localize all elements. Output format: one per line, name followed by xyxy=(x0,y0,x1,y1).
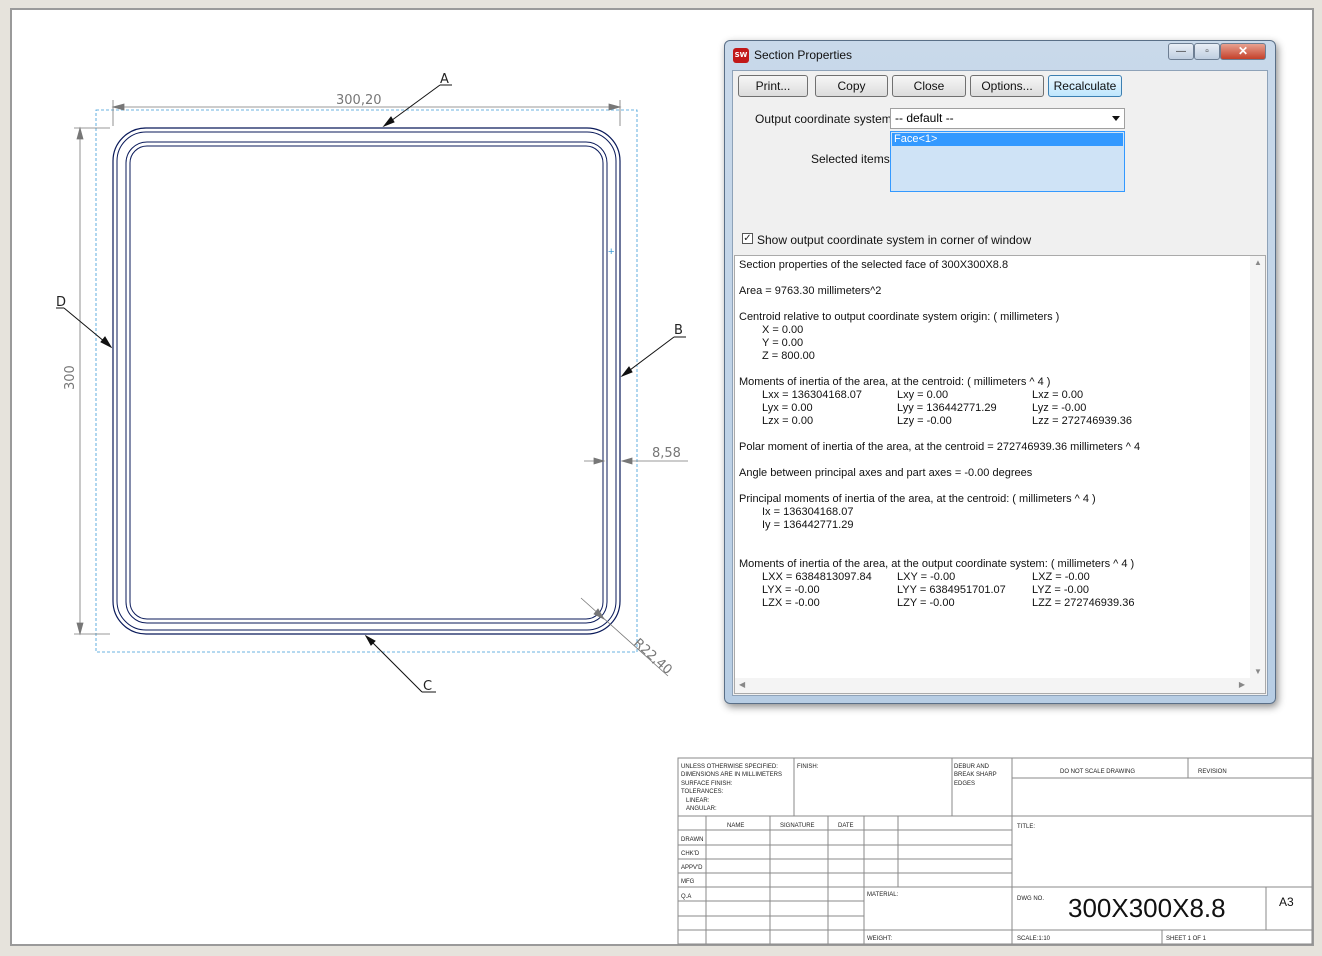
selected-items-label: Selected items: xyxy=(811,152,894,166)
results-text-area[interactable]: Section properties of the selected face … xyxy=(734,255,1266,694)
svg-text:DO NOT SCALE DRAWING: DO NOT SCALE DRAWING xyxy=(1060,769,1135,775)
recalculate-button[interactable]: Recalculate xyxy=(1048,75,1122,97)
svg-text:REVISION: REVISION xyxy=(1198,769,1227,775)
svg-text:MFG: MFG xyxy=(681,879,695,885)
svg-text:EDGES: EDGES xyxy=(954,781,975,787)
label-c[interactable]: C xyxy=(423,679,432,694)
moi-lxz: Lxz = 0.00 xyxy=(1032,389,1084,401)
centroid-heading: Centroid relative to output coordinate s… xyxy=(739,311,1060,323)
scroll-up-icon[interactable]: ▲ xyxy=(1254,258,1262,267)
scroll-right-icon[interactable]: ▶ xyxy=(1239,680,1245,689)
out-lyx: LYX = -0.00 xyxy=(762,584,820,596)
polar-moment-line: Polar moment of inertia of the area, at … xyxy=(739,441,1141,453)
moi-lyy: Lyy = 136442771.29 xyxy=(897,402,997,414)
chevron-down-icon[interactable] xyxy=(1112,116,1120,121)
moi-lxy: Lxy = 0.00 xyxy=(897,389,949,401)
origin-marker: + xyxy=(608,246,614,258)
svg-text:Q.A: Q.A xyxy=(681,894,691,900)
moi-lxx: Lxx = 136304168.07 xyxy=(762,389,863,401)
svg-text:SCALE:1:10: SCALE:1:10 xyxy=(1017,936,1051,942)
out-lxy: LXY = -0.00 xyxy=(897,571,956,583)
coord-system-select[interactable]: -- default -- xyxy=(890,108,1125,129)
maximize-button[interactable]: ▫ xyxy=(1194,43,1220,60)
svg-text:WEIGHT:: WEIGHT: xyxy=(867,936,892,942)
dialog-client-area: Print... Copy Close Options... Recalcula… xyxy=(732,70,1268,696)
svg-text:DWG NO.: DWG NO. xyxy=(1017,896,1044,902)
dialog-title: Section Properties xyxy=(754,48,853,62)
out-lzx: LZX = -0.00 xyxy=(762,597,820,609)
principal-iy: Iy = 136442771.29 xyxy=(762,519,854,531)
solidworks-app-icon: SW xyxy=(733,48,749,63)
centroid-x: X = 0.00 xyxy=(762,324,804,336)
centroid-z: Z = 800.00 xyxy=(762,350,815,362)
moi-lzy: Lzy = -0.00 xyxy=(897,415,952,427)
svg-text:DATE: DATE xyxy=(838,823,854,829)
vertical-scrollbar[interactable]: ▲ ▼ xyxy=(1250,256,1265,678)
coord-system-label: Output coordinate system: xyxy=(755,112,896,126)
svg-text:DIMENSIONS ARE IN MILLIMETERS: DIMENSIONS ARE IN MILLIMETERS xyxy=(681,772,782,778)
moi-heading: Moments of inertia of the area, at the c… xyxy=(739,376,1051,388)
svg-text:DRAWN: DRAWN xyxy=(681,837,703,843)
dialog-titlebar[interactable]: SW Section Properties — ▫ ✕ xyxy=(725,41,1275,69)
svg-text:BREAK SHARP: BREAK SHARP xyxy=(954,772,997,778)
out-lzz: LZZ = 272746939.36 xyxy=(1032,597,1135,609)
dwg-number: 300X300X8.8 xyxy=(1068,893,1226,923)
print-button[interactable]: Print... xyxy=(738,75,808,97)
out-lxx: LXX = 6384813097.84 xyxy=(762,571,872,583)
label-a[interactable]: A xyxy=(440,72,449,87)
moi-lyx: Lyx = 0.00 xyxy=(762,402,813,414)
svg-text:SURFACE FINISH:: SURFACE FINISH: xyxy=(681,781,733,787)
svg-text:LINEAR:: LINEAR: xyxy=(686,798,710,804)
principal-heading: Principal moments of inertia of the area… xyxy=(739,493,1096,505)
coord-system-value: -- default -- xyxy=(895,111,954,125)
out-lzy: LZY = -0.00 xyxy=(897,597,955,609)
angle-line: Angle between principal axes and part ax… xyxy=(739,467,1033,479)
minimize-button[interactable]: — xyxy=(1168,43,1194,60)
scroll-down-icon[interactable]: ▼ xyxy=(1254,667,1262,676)
sheet-size: A3 xyxy=(1279,895,1294,909)
principal-ix: Ix = 136304168.07 xyxy=(762,506,854,518)
close-button[interactable]: Close xyxy=(892,75,966,97)
out-lyz: LYZ = -0.00 xyxy=(1032,584,1089,596)
horizontal-scrollbar[interactable]: ◀ ▶ xyxy=(735,678,1265,693)
out-lxz: LXZ = -0.00 xyxy=(1032,571,1090,583)
svg-text:ANGULAR:: ANGULAR: xyxy=(686,806,717,812)
out-lyy: LYY = 6384951701.07 xyxy=(897,584,1006,596)
centroid-y: Y = 0.00 xyxy=(762,337,804,349)
moi-lyz: Lyz = -0.00 xyxy=(1032,402,1087,414)
window-close-button[interactable]: ✕ xyxy=(1220,43,1266,60)
section-properties-dialog[interactable]: SW Section Properties — ▫ ✕ Print... Cop… xyxy=(724,40,1276,704)
svg-text:UNLESS OTHERWISE SPECIFIED:: UNLESS OTHERWISE SPECIFIED: xyxy=(681,764,778,770)
thickness-dim-text[interactable]: 8,58 xyxy=(652,446,681,461)
show-coord-system-checkbox[interactable]: ✓ xyxy=(742,233,753,244)
copy-button[interactable]: Copy xyxy=(815,75,888,97)
label-d[interactable]: D xyxy=(56,295,66,310)
width-dim-text[interactable]: 300,20 xyxy=(336,93,382,108)
svg-text:APPV'D: APPV'D xyxy=(681,865,703,871)
svg-text:DEBUR AND: DEBUR AND xyxy=(954,764,990,770)
moi-lzx: Lzx = 0.00 xyxy=(762,415,814,427)
svg-text:SHEET 1 OF 1: SHEET 1 OF 1 xyxy=(1166,936,1207,942)
results-heading: Section properties of the selected face … xyxy=(739,259,1009,271)
area-line: Area = 9763.30 millimeters^2 xyxy=(739,285,882,297)
svg-text:NAME: NAME xyxy=(727,823,744,829)
moi-lzz: Lzz = 272746939.36 xyxy=(1032,415,1133,427)
height-dim-text[interactable]: 300 xyxy=(63,365,78,390)
svg-text:CHK'D: CHK'D xyxy=(681,851,700,857)
svg-text:FINISH:: FINISH: xyxy=(797,764,819,770)
svg-text:MATERIAL:: MATERIAL: xyxy=(867,892,899,898)
selected-item-face[interactable]: Face<1> xyxy=(892,133,1123,146)
selected-items-list[interactable]: Face<1> xyxy=(890,131,1125,192)
svg-text:TOLERANCES:: TOLERANCES: xyxy=(681,789,724,795)
options-button[interactable]: Options... xyxy=(970,75,1044,97)
label-b[interactable]: B xyxy=(674,323,683,338)
show-coord-system-label[interactable]: Show output coordinate system in corner … xyxy=(757,233,1031,247)
output-moi-heading: Moments of inertia of the area, at the o… xyxy=(739,558,1135,570)
svg-text:TITLE:: TITLE: xyxy=(1017,824,1035,830)
svg-text:SIGNATURE: SIGNATURE xyxy=(780,823,815,829)
scroll-left-icon[interactable]: ◀ xyxy=(739,680,745,689)
